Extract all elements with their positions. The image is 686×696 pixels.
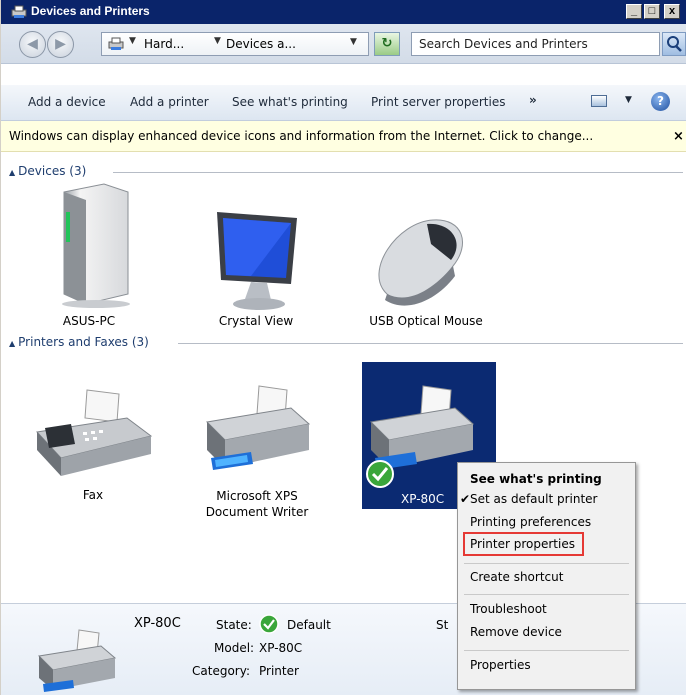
menu-item-properties[interactable]: Properties <box>458 658 635 672</box>
forward-arrow-icon: ▶ <box>55 36 66 52</box>
breadcrumb[interactable]: ▼ Hard... ▼ Devices a... <box>101 32 369 56</box>
device-label-usb-mouse[interactable]: USB Optical Mouse <box>363 314 489 328</box>
breadcrumb-separator-icon: ▼ <box>129 36 136 46</box>
printer-icon[interactable] <box>201 384 313 480</box>
computer-tower-icon[interactable] <box>56 182 136 310</box>
search-placeholder: Search Devices and Printers <box>419 37 588 51</box>
menu-item-set-default-printer[interactable]: Set as default printer <box>458 492 635 506</box>
default-checkmark-icon <box>259 614 279 634</box>
address-dropdown-icon[interactable]: ▼ <box>350 37 357 47</box>
info-bar-close-button[interactable]: × <box>673 129 684 144</box>
menu-item-printing-preferences[interactable]: Printing preferences <box>458 515 635 529</box>
menu-item-create-shortcut[interactable]: Create shortcut <box>458 570 635 584</box>
fax-machine-icon[interactable] <box>31 388 155 484</box>
view-dropdown-icon[interactable]: ▼ <box>625 95 632 105</box>
printer-icon <box>37 629 117 692</box>
change-view-icon[interactable] <box>591 95 607 107</box>
detail-model-label: Model: <box>214 641 255 655</box>
info-bar[interactable]: Windows can display enhanced device icon… <box>1 121 686 152</box>
title-bar[interactable]: Devices and Printers _ □ x <box>1 0 686 24</box>
menu-item-troubleshoot[interactable]: Troubleshoot <box>458 602 635 616</box>
context-menu: See what's printing ✔ Set as default pri… <box>457 462 636 690</box>
detail-state-label: State: <box>216 618 252 632</box>
minimize-button[interactable]: _ <box>626 4 642 19</box>
detail-status-label: St <box>436 618 449 632</box>
group-divider <box>113 172 683 173</box>
printer-label-fax[interactable]: Fax <box>53 488 133 502</box>
mouse-icon[interactable] <box>367 214 473 312</box>
command-bar: Add a device Add a printer See what's pr… <box>1 85 686 121</box>
printers-group-header[interactable]: ▲ Printers and Faxes (3) <box>9 335 149 349</box>
printer-folder-icon <box>108 37 124 50</box>
devices-group-header[interactable]: ▲ Devices (3) <box>9 164 86 178</box>
default-checkmark-icon <box>366 460 394 488</box>
breadcrumb-item-devices[interactable]: Devices a... <box>226 37 296 51</box>
menu-item-see-whats-printing[interactable]: See what's printing <box>458 472 635 486</box>
close-button[interactable]: x <box>664 4 680 19</box>
print-server-properties-button[interactable]: Print server properties <box>371 95 505 109</box>
back-button[interactable]: ◀ <box>19 31 46 58</box>
menu-separator <box>464 650 629 651</box>
printer-label-xp-80c[interactable]: XP-80C <box>401 492 457 506</box>
menu-item-printer-properties[interactable]: Printer properties <box>458 537 635 551</box>
menu-separator <box>464 563 629 564</box>
forward-button[interactable]: ▶ <box>47 31 74 58</box>
detail-category-label: Category: <box>192 664 250 678</box>
maximize-button[interactable]: □ <box>644 4 660 19</box>
refresh-button[interactable]: ↻ <box>374 32 400 56</box>
add-printer-button[interactable]: Add a printer <box>130 95 209 109</box>
address-bar: ◀ ▶ ▼ Hard... ▼ Devices a... ▼ ↻ Search … <box>1 24 686 64</box>
refresh-icon: ↻ <box>381 36 393 51</box>
add-device-button[interactable]: Add a device <box>28 95 106 109</box>
collapse-icon: ▲ <box>9 339 16 348</box>
detail-device-name: XP-80C <box>134 616 181 631</box>
monitor-icon[interactable] <box>211 208 303 312</box>
devices-and-printers-window: Devices and Printers _ □ x ◀ ▶ ▼ Hard...… <box>0 0 686 695</box>
detail-model-value: XP-80C <box>259 641 303 655</box>
detail-state-value: Default <box>287 618 331 632</box>
printer-folder-icon <box>11 5 27 18</box>
printer-label-microsoft-xps[interactable]: Microsoft XPS Document Writer <box>197 488 317 520</box>
search-button[interactable] <box>662 32 686 56</box>
collapse-icon: ▲ <box>9 168 16 177</box>
menu-item-remove-device[interactable]: Remove device <box>458 625 635 639</box>
back-arrow-icon: ◀ <box>27 36 38 52</box>
device-label-crystal-view[interactable]: Crystal View <box>211 314 301 328</box>
help-button[interactable]: ? <box>651 92 670 111</box>
more-commands-button[interactable]: » <box>529 93 537 107</box>
menu-separator <box>464 594 629 595</box>
search-icon <box>667 36 682 52</box>
device-label-asus-pc[interactable]: ASUS-PC <box>49 314 129 328</box>
breadcrumb-separator-icon: ▼ <box>214 36 221 46</box>
group-divider <box>178 343 683 344</box>
devices-group-label: Devices (3) <box>18 164 87 178</box>
window-title: Devices and Printers <box>31 4 150 18</box>
detail-category-value: Printer <box>259 664 299 678</box>
breadcrumb-item-hardware[interactable]: Hard... <box>144 37 184 51</box>
printers-group-label: Printers and Faxes (3) <box>18 335 149 349</box>
see-whats-printing-button[interactable]: See what's printing <box>232 95 348 109</box>
info-bar-message[interactable]: Windows can display enhanced device icon… <box>9 129 593 143</box>
search-input[interactable]: Search Devices and Printers <box>411 32 660 56</box>
